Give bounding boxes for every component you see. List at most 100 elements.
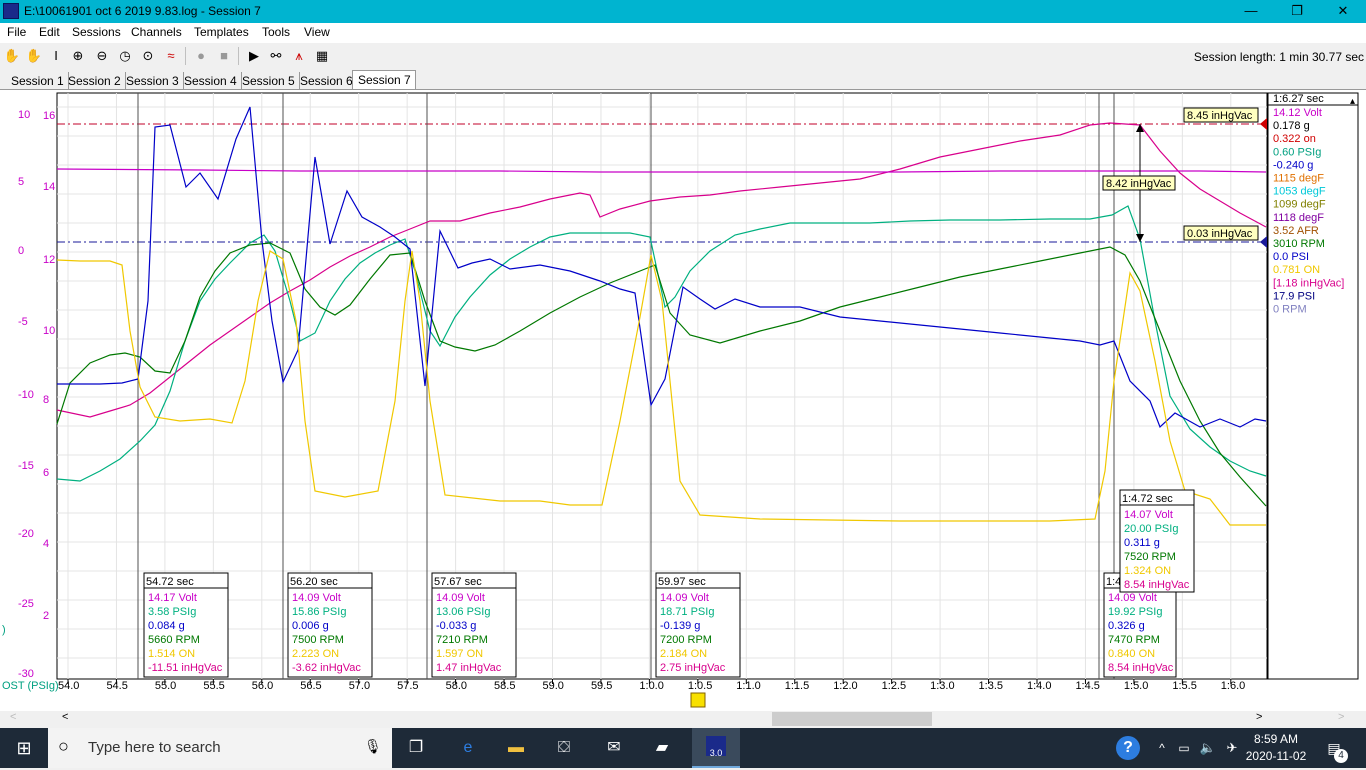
- menu-file[interactable]: File: [7, 25, 26, 39]
- cursor-value-box[interactable]: 57.67 sec 14.09 Volt 13.06 PSIg -0.033 g 721…: [431, 572, 517, 678]
- x-tick-label: 1:4.5: [1075, 680, 1099, 692]
- binoculars-icon[interactable]: ⚯: [266, 46, 286, 66]
- y-axis-psi-label: 4: [43, 538, 49, 550]
- panel-value: 0 RPM: [1273, 304, 1307, 316]
- x-tick-label: 1:5.5: [1172, 680, 1196, 692]
- zoom-out-icon[interactable]: ⊖: [92, 46, 112, 66]
- menu-tools[interactable]: Tools: [262, 25, 290, 39]
- clock-icon[interactable]: ◷: [115, 46, 135, 66]
- cursor-box-time: 1:4: [1106, 576, 1121, 588]
- wave-icon[interactable]: ≈: [161, 46, 181, 66]
- x-tick-label: 59.5: [591, 680, 612, 692]
- panel-time: 1:6.27 sec: [1273, 93, 1324, 105]
- menu-sessions[interactable]: Sessions: [72, 25, 121, 39]
- record-icon[interactable]: ●: [191, 46, 211, 66]
- file-explorer-icon[interactable]: ▬: [504, 736, 528, 760]
- menu-view[interactable]: View: [304, 25, 330, 39]
- restore-button[interactable]: ❐: [1274, 0, 1320, 23]
- x-axis: 54.0 54.5 55.0 55.5 56.0 56.5 57.0 57.5 58.0 58.5…: [58, 679, 1245, 692]
- tab-session-6[interactable]: Session 6: [295, 72, 358, 90]
- cursor-box-volt: 14.09 Volt: [292, 592, 341, 604]
- tab-session-7[interactable]: Session 7: [352, 70, 416, 90]
- scroll-left-icon[interactable]: <: [62, 711, 68, 723]
- scrollbar-thumb[interactable]: [772, 712, 932, 726]
- cursor-box-volt: 14.09 Volt: [436, 592, 485, 604]
- y-axis-volt-label: -20: [18, 528, 34, 540]
- scroll-far-left-icon[interactable]: <: [10, 711, 16, 723]
- x-tick-label: 1:1.5: [785, 680, 809, 692]
- menu-edit[interactable]: Edit: [39, 25, 60, 39]
- clock[interactable]: 8:59 AM 2020-11-02: [1240, 731, 1312, 765]
- cursor-box-g: 0.311 g: [1124, 537, 1160, 549]
- x-tick-label: 1:2.5: [882, 680, 906, 692]
- hand-grab-icon[interactable]: ✋: [24, 46, 44, 66]
- search-placeholder: Type here to search: [88, 739, 221, 756]
- y-axis-volt-label: 0: [18, 245, 24, 257]
- store-icon[interactable]: ⛋: [552, 736, 576, 760]
- scroll-right-icon[interactable]: >: [1256, 711, 1262, 723]
- chevron-up-icon[interactable]: ^: [1150, 736, 1174, 760]
- cursor-box-time: 56.20 sec: [290, 576, 338, 588]
- panel-value: 0.322 on: [1273, 133, 1316, 145]
- minimize-button[interactable]: —: [1228, 0, 1274, 23]
- panel-value: 0.0 PSI: [1273, 251, 1309, 263]
- panel-value: 3010 RPM: [1273, 238, 1325, 250]
- tab-session-4[interactable]: Session 4: [179, 72, 242, 90]
- cursor-box-rpm: 7520 RPM: [1124, 551, 1176, 563]
- datalog-app-taskbar[interactable]: 3.0: [692, 728, 740, 768]
- graph-icon[interactable]: ⩚: [289, 46, 309, 66]
- scroll-up-icon[interactable]: ▴: [1350, 96, 1355, 107]
- cursor-box-g: -0.139 g: [660, 620, 700, 632]
- grid-table-icon[interactable]: ▦: [312, 46, 332, 66]
- menu-channels[interactable]: Channels: [131, 25, 182, 39]
- menu-templates[interactable]: Templates: [194, 25, 249, 39]
- text-cursor-icon[interactable]: I: [46, 46, 66, 66]
- battery-icon[interactable]: ▭: [1172, 736, 1196, 760]
- windows-start-icon[interactable]: ⊞: [12, 736, 36, 760]
- microphone-icon[interactable]: 🎙: [364, 738, 382, 755]
- cursor-value-box[interactable]: 54.72 sec 14.17 Volt 3.58 PSIg 0.084 g 5660 …: [143, 572, 229, 678]
- cursor-box-volt: 14.17 Volt: [148, 592, 197, 604]
- tab-session-3[interactable]: Session 3: [121, 72, 184, 90]
- tab-session-1[interactable]: Session 1: [6, 72, 69, 90]
- tab-session-5[interactable]: Session 5: [237, 72, 300, 90]
- cursor-value-box[interactable]: 56.20 sec 14.09 Volt 15.86 PSIg 0.006 g 7500…: [287, 572, 373, 678]
- zoom-fit-icon[interactable]: ⊙: [138, 46, 158, 66]
- close-button[interactable]: ✕: [1320, 0, 1366, 23]
- cursor-box-g: 0.084 g: [148, 620, 185, 632]
- horizontal-scrollbar[interactable]: < < > >: [0, 711, 1366, 728]
- stop-icon[interactable]: ■: [214, 46, 234, 66]
- help-icon[interactable]: ?: [1116, 736, 1140, 760]
- scroll-far-right-icon[interactable]: >: [1338, 711, 1344, 723]
- hand-pan-icon[interactable]: ✋: [2, 46, 22, 66]
- taskbar-search[interactable]: ○ Type here to search 🎙: [48, 728, 392, 768]
- y-axis-psi-label: 12: [43, 254, 55, 266]
- chart-area[interactable]: 54.0 54.5 55.0 55.5 56.0 56.5 57.0 57.5 58.0 58.5…: [0, 89, 1366, 711]
- cursor-box-psi: 19.92 PSIg: [1108, 606, 1162, 618]
- title-bar: E:\10061901 oct 6 2019 9.83.log - Sessio…: [0, 0, 1366, 23]
- task-view-icon[interactable]: ❐: [404, 736, 428, 760]
- cursor-value-box[interactable]: 59.97 sec 14.09 Volt 18.71 PSIg -0.139 g 720…: [655, 572, 741, 678]
- panel-value: 1053 degF: [1273, 186, 1326, 198]
- datalog-app-icon: 3.0: [706, 736, 726, 758]
- menu-bar: File Edit Sessions Channels Templates To…: [0, 23, 1366, 43]
- tab-session-2[interactable]: Session 2: [63, 72, 126, 90]
- cursor-box-on: 2.223 ON: [292, 648, 339, 660]
- zoom-in-icon[interactable]: ⊕: [68, 46, 88, 66]
- y-axis-title: OST (PSIg): [2, 680, 59, 692]
- delta-label: 8.42 inHgVac: [1106, 178, 1172, 190]
- y-axis-volt-label: 5: [18, 176, 24, 188]
- mail-icon[interactable]: ✉: [602, 736, 626, 760]
- chart-svg[interactable]: 54.0 54.5 55.0 55.5 56.0 56.5 57.0 57.5 58.0 58.5…: [0, 90, 1366, 712]
- toolbar-separator: [238, 47, 239, 65]
- cursor-box-psi: 13.06 PSIg: [436, 606, 490, 618]
- play-icon[interactable]: ▶: [244, 46, 264, 66]
- sticky-notes-icon[interactable]: ▰: [650, 736, 674, 760]
- edge-browser-icon[interactable]: e: [456, 736, 480, 760]
- volume-icon[interactable]: 🔈: [1196, 736, 1220, 760]
- note-icon[interactable]: [690, 692, 706, 708]
- cursor-value-box[interactable]: 1:4.72 sec 14.07 Volt 20.00 PSIg 0.311 g 752…: [1119, 489, 1195, 593]
- cursor-box-psi: 15.86 PSIg: [292, 606, 346, 618]
- cursor-box-volt: 14.09 Volt: [1108, 592, 1157, 604]
- y-axes: 10 5 0 -5 -10 -15 -20 -25 -30 16 14 12 10 8 6 4 2 OST (PS…: [2, 109, 59, 692]
